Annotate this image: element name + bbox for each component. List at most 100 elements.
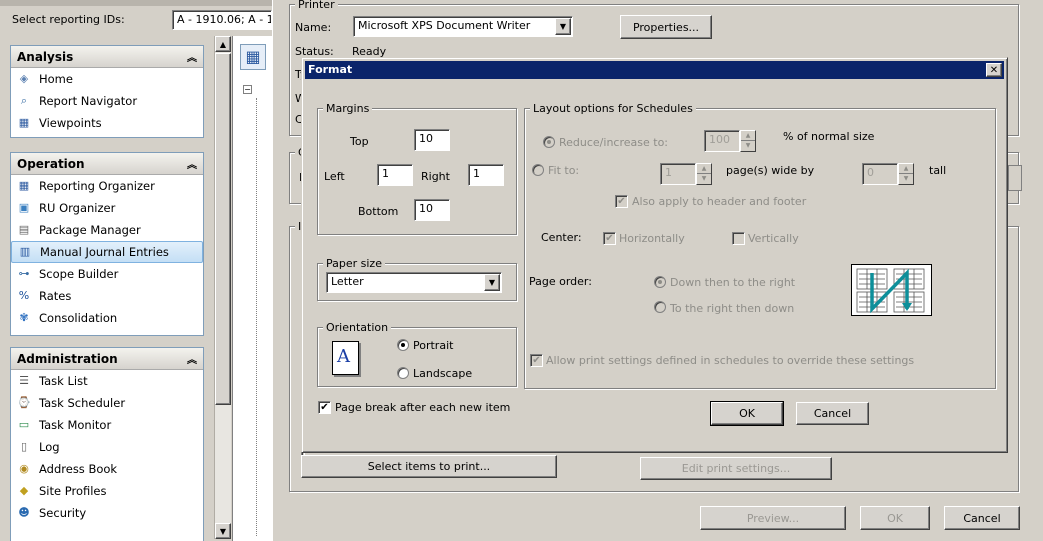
fit-wide-spinner[interactable]: ▲ ▼	[696, 163, 712, 185]
right-margin-input[interactable]: 1	[468, 164, 504, 186]
portrait-radio[interactable]	[397, 339, 409, 351]
nav-item-task-list[interactable]: ☰ Task List	[11, 370, 203, 392]
properties-button[interactable]: Properties...	[620, 15, 712, 39]
allow-override-checkbox[interactable]: ✔	[530, 354, 543, 367]
rates-icon: %	[18, 289, 30, 302]
nav-item-task-scheduler[interactable]: ⌚ Task Scheduler	[11, 392, 203, 414]
format-cancel-button[interactable]: Cancel	[796, 402, 869, 425]
home-icon: ◈	[19, 72, 29, 85]
printer-name-select[interactable]: Microsoft XPS Document Writer ▼	[353, 16, 573, 37]
nav-item-label: Consolidation	[39, 311, 118, 325]
nav-item-label: Security	[39, 506, 87, 520]
close-icon[interactable]: ✕	[986, 63, 1002, 77]
horizontally-checkbox[interactable]: ✔	[603, 232, 616, 245]
format-dialog: Format ✕ Margins Top 10 Left 1 Right 1 B…	[301, 57, 1008, 453]
nav-item-manual-journal-entries[interactable]: ▥ Manual Journal Entries	[11, 241, 203, 263]
scroll-down-icon[interactable]: ▼	[215, 523, 231, 539]
printer-group-title: Printer	[295, 0, 338, 11]
fit-to-label: Fit to:	[548, 164, 580, 177]
bottom-margin-input[interactable]: 10	[414, 199, 450, 221]
layout-options-group-title: Layout options for Schedules	[530, 102, 696, 115]
nav-item-site-profiles[interactable]: ◆ Site Profiles	[11, 480, 203, 502]
top-margin-label: Top	[350, 135, 369, 148]
analysis-section-header[interactable]: Analysis ︽	[11, 46, 203, 68]
vertically-checkbox[interactable]	[732, 232, 745, 245]
dropdown-arrow-icon[interactable]: ▼	[484, 274, 500, 291]
nav-item-security[interactable]: ☻ Security	[11, 502, 203, 524]
tree-expand-icon[interactable]: −	[243, 85, 252, 94]
printer-name-value: Microsoft XPS Document Writer	[358, 19, 531, 32]
nav-item-label: Task Monitor	[39, 418, 112, 432]
horizontally-label: Horizontally	[619, 232, 685, 245]
layout-options-group	[524, 108, 996, 389]
edit-print-settings-button[interactable]: Edit print settings...	[640, 457, 832, 480]
nav-item-task-monitor[interactable]: ▭ Task Monitor	[11, 414, 203, 436]
right-margin-label: Right	[421, 170, 450, 183]
allow-override-label: Allow print settings defined in schedule…	[546, 354, 915, 367]
page-break-checkbox[interactable]: ✔	[318, 401, 331, 414]
format-title-bar[interactable]: Format ✕	[305, 61, 1004, 79]
nav-item-reporting-organizer[interactable]: ▦ Reporting Organizer	[11, 175, 203, 197]
site-profiles-icon: ◆	[19, 484, 29, 497]
nav-item-label: Package Manager	[39, 223, 141, 237]
select-items-button[interactable]: Select items to print...	[301, 455, 557, 478]
nav-item-scope-builder[interactable]: ⊶ Scope Builder	[11, 263, 203, 285]
nav-item-rates[interactable]: % Rates	[11, 285, 203, 307]
reduce-increase-radio[interactable]	[543, 136, 555, 148]
right-then-down-radio[interactable]	[654, 301, 666, 313]
right-edge-control	[1008, 165, 1022, 191]
administration-section-header[interactable]: Administration ︽	[11, 348, 203, 370]
print-ok-button[interactable]: OK	[860, 506, 930, 530]
reduce-percent-spinner[interactable]: ▲ ▼	[740, 130, 756, 152]
nav-item-viewpoints[interactable]: ▦ Viewpoints	[11, 112, 203, 134]
fit-tall-spinner[interactable]: ▲ ▼	[898, 163, 914, 185]
nav-item-ru-organizer[interactable]: ▣ RU Organizer	[11, 197, 203, 219]
top-margin-input[interactable]: 10	[414, 129, 450, 151]
nav-scrollbar[interactable]: ▲ ▼	[214, 36, 231, 539]
analysis-section-title: Analysis	[17, 50, 74, 64]
left-margin-input[interactable]: 1	[377, 164, 413, 186]
paper-size-value: Letter	[331, 275, 364, 288]
nav-item-log[interactable]: ▯ Log	[11, 436, 203, 458]
paper-size-select[interactable]: Letter ▼	[326, 272, 502, 293]
nav-item-address-book[interactable]: ◉ Address Book	[11, 458, 203, 480]
reporting-ids-field[interactable]: A - 1910.06; A - 19	[172, 10, 272, 30]
landscape-radio[interactable]	[397, 367, 409, 379]
bottom-margin-label: Bottom	[358, 205, 399, 218]
nav-item-report-navigator[interactable]: ⌕ Report Navigator	[11, 90, 203, 112]
print-cancel-button[interactable]: Cancel	[944, 506, 1020, 530]
nav-item-label: Log	[39, 440, 60, 454]
collapse-chevron-icon[interactable]: ︽	[187, 351, 197, 366]
format-ok-button[interactable]: OK	[710, 401, 784, 426]
collapse-chevron-icon[interactable]: ︽	[187, 49, 197, 64]
package-manager-icon: ▤	[18, 223, 30, 236]
task-scheduler-icon: ⌚	[17, 396, 31, 409]
nav-item-home[interactable]: ◈ Home	[11, 68, 203, 90]
nav-item-consolidation[interactable]: ✾ Consolidation	[11, 307, 203, 329]
down-then-right-radio[interactable]	[654, 276, 666, 288]
nav-item-label: Report Navigator	[39, 94, 138, 108]
tall-label: tall	[929, 164, 947, 177]
orientation-group-title: Orientation	[323, 321, 392, 334]
nav-item-label: Task Scheduler	[39, 396, 126, 410]
nav-item-package-manager[interactable]: ▤ Package Manager	[11, 219, 203, 241]
nav-item-label: Manual Journal Entries	[40, 245, 169, 259]
administration-section: Administration ︽ ☰ Task List ⌚ Task Schedule…	[10, 347, 204, 541]
format-title: Format	[308, 63, 353, 76]
dropdown-arrow-icon[interactable]: ▼	[555, 18, 571, 35]
grid-view-icon[interactable]: ▦	[240, 44, 266, 70]
fit-wide-input[interactable]: 1	[660, 163, 696, 185]
scroll-thumb[interactable]	[215, 53, 231, 405]
right-then-down-label: To the right then down	[670, 302, 795, 315]
fit-tall-input[interactable]: 0	[862, 163, 898, 185]
header-footer-checkbox[interactable]: ✔	[615, 195, 628, 208]
collapse-chevron-icon[interactable]: ︽	[187, 156, 197, 171]
preview-button[interactable]: Preview...	[700, 506, 846, 530]
reporting-ids-label: Select reporting IDs:	[12, 13, 125, 26]
scroll-up-icon[interactable]: ▲	[215, 36, 231, 52]
reduce-percent-input[interactable]: 100	[704, 130, 740, 152]
orientation-page-icon: A	[332, 341, 359, 375]
operation-section-header[interactable]: Operation ︽	[11, 153, 203, 175]
top-toolbar-strip	[0, 0, 272, 6]
fit-to-radio[interactable]	[532, 164, 544, 176]
